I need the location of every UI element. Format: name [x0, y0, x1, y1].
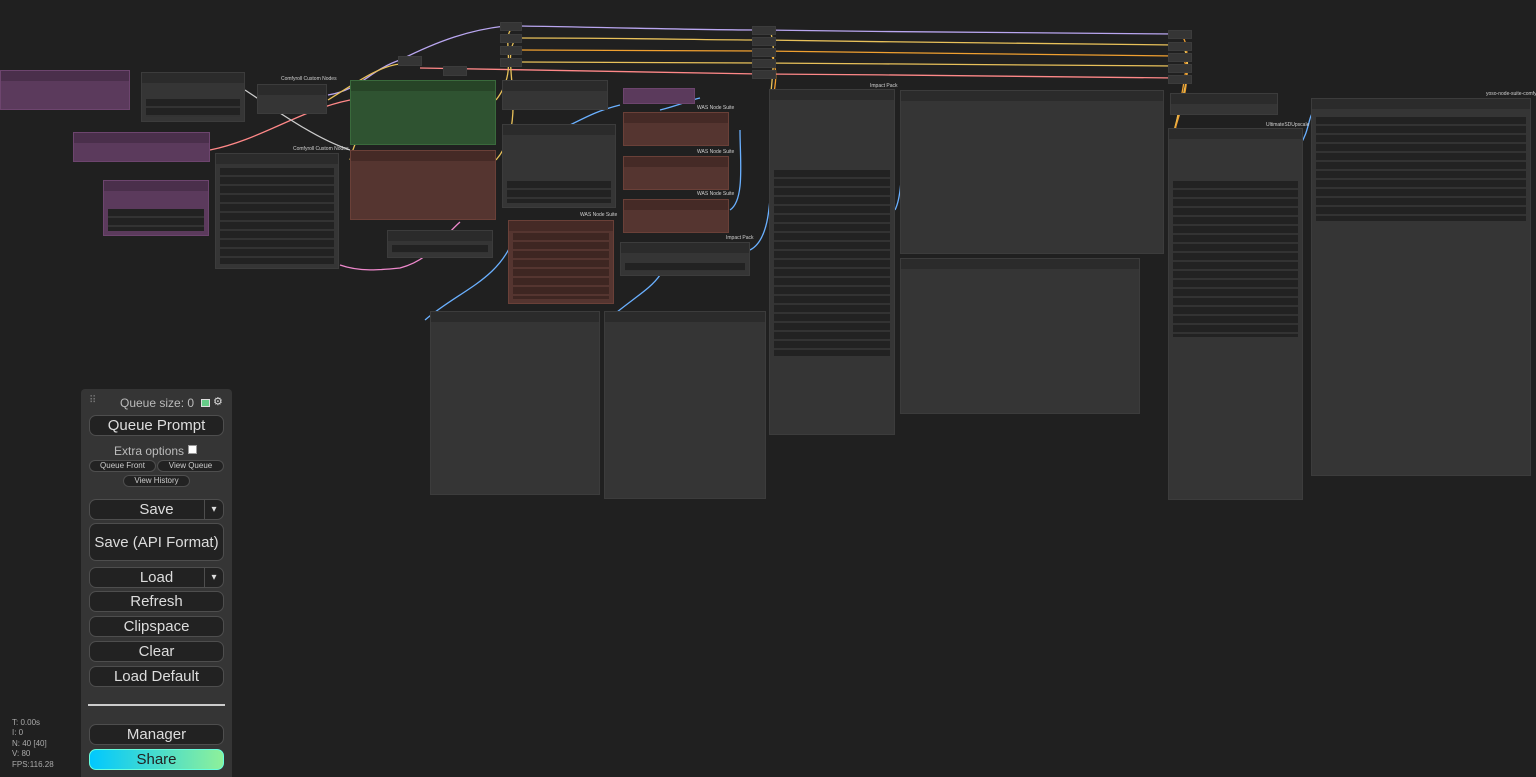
graph-node[interactable]	[752, 26, 776, 35]
stat-v: V: 80	[12, 749, 31, 759]
graph-node[interactable]	[430, 311, 600, 495]
view-queue-button[interactable]: View Queue	[157, 460, 224, 472]
extra-options-label: Extra options	[114, 444, 185, 458]
node-title-label: Impact Pack	[726, 235, 754, 241]
node-title-label: WAS Node Suite	[580, 212, 618, 218]
render-stats: T: 0.00s I: 0 N: 40 [40] V: 80 FPS:116.2…	[12, 718, 54, 770]
stat-fps: FPS:116.28	[12, 759, 54, 769]
queue-size-label: Queue size: 0	[120, 396, 195, 410]
drag-handle-icon[interactable]: ⠿	[89, 396, 96, 406]
clipspace-button[interactable]: Clipspace	[89, 616, 224, 637]
graph-node[interactable]	[623, 88, 695, 104]
graph-node[interactable]	[1168, 64, 1192, 73]
queue-prompt-button[interactable]: Queue Prompt	[89, 415, 224, 436]
save-label: Save	[139, 501, 174, 518]
graph-node[interactable]	[1168, 53, 1192, 62]
graph-node[interactable]	[257, 84, 327, 114]
node-title-label: WAS Node Suite	[697, 105, 735, 111]
graph-node[interactable]	[752, 48, 776, 57]
graph-node[interactable]	[1168, 30, 1192, 39]
graph-node[interactable]	[623, 199, 729, 233]
graph-node[interactable]	[350, 150, 496, 220]
extra-options-checkbox[interactable]	[188, 445, 197, 454]
graph-node[interactable]	[215, 153, 339, 269]
graph-node[interactable]	[1168, 42, 1192, 51]
load-button[interactable]: Load ▾	[89, 567, 224, 588]
node-title-label: UltimateSDUpscale	[1266, 122, 1310, 128]
graph-node[interactable]	[1170, 93, 1278, 115]
view-history-button[interactable]: View History	[123, 475, 190, 487]
node-title-label: Comfyroll Custom Nodes	[281, 76, 337, 82]
save-button[interactable]: Save ▾	[89, 499, 224, 520]
graph-node[interactable]	[500, 34, 522, 43]
graph-node[interactable]	[1311, 98, 1531, 476]
save-api-format-button[interactable]: Save (API Format)	[89, 523, 224, 561]
graph-node[interactable]	[502, 80, 608, 110]
clear-button[interactable]: Clear	[89, 641, 224, 662]
stat-i: I: 0	[12, 728, 24, 738]
graph-node[interactable]	[141, 72, 245, 122]
graph-node[interactable]	[1168, 75, 1192, 84]
graph-node[interactable]	[73, 132, 210, 162]
graph-node[interactable]	[502, 124, 616, 208]
stat-time: T: 0.00s	[12, 718, 41, 727]
graph-node[interactable]	[752, 59, 776, 68]
node-title-label: WAS Node Suite	[697, 191, 735, 197]
graph-node[interactable]	[500, 46, 522, 55]
graph-node[interactable]	[623, 156, 729, 190]
menu-panel[interactable]: ⠿ Queue size: 0 ⚙ Queue Prompt Extra opt…	[81, 389, 232, 777]
graph-node[interactable]	[500, 22, 522, 31]
node-title-label: Impact Pack	[870, 83, 898, 89]
graph-node[interactable]	[604, 311, 766, 499]
graph-node[interactable]	[752, 70, 776, 79]
graph-node[interactable]	[752, 37, 776, 46]
graph-node[interactable]	[900, 258, 1140, 414]
load-dropdown-arrow[interactable]: ▾	[204, 568, 223, 587]
graph-node[interactable]	[500, 58, 522, 67]
graph-node[interactable]	[620, 242, 750, 276]
graph-node[interactable]	[103, 180, 209, 236]
graph-node[interactable]	[350, 80, 496, 145]
graph-node[interactable]	[1168, 128, 1303, 500]
manager-button[interactable]: Manager	[89, 724, 224, 745]
graph-node[interactable]	[0, 70, 130, 110]
image-history-icon[interactable]	[201, 399, 210, 407]
stat-nodes: N: 40 [40]	[12, 738, 47, 748]
graph-node[interactable]	[387, 230, 493, 258]
graph-node[interactable]	[769, 89, 895, 435]
queue-front-button[interactable]: Queue Front	[89, 460, 156, 472]
graph-node[interactable]	[623, 112, 729, 146]
save-dropdown-arrow[interactable]: ▾	[204, 500, 223, 519]
graph-node[interactable]	[398, 56, 422, 66]
refresh-button[interactable]: Refresh	[89, 591, 224, 612]
node-title-label: yoso-node-suite-comfyui	[1486, 91, 1536, 97]
menu-divider	[88, 704, 225, 706]
graph-node[interactable]	[443, 66, 467, 76]
node-title-label: WAS Node Suite	[697, 149, 735, 155]
load-default-button[interactable]: Load Default	[89, 666, 224, 687]
graph-node[interactable]	[508, 220, 614, 304]
load-label: Load	[139, 569, 174, 586]
share-button[interactable]: Share	[89, 749, 224, 770]
gear-icon[interactable]: ⚙	[213, 395, 223, 408]
node-title-label: Comfyroll Custom Nodes	[293, 146, 349, 152]
graph-node[interactable]	[900, 90, 1164, 254]
